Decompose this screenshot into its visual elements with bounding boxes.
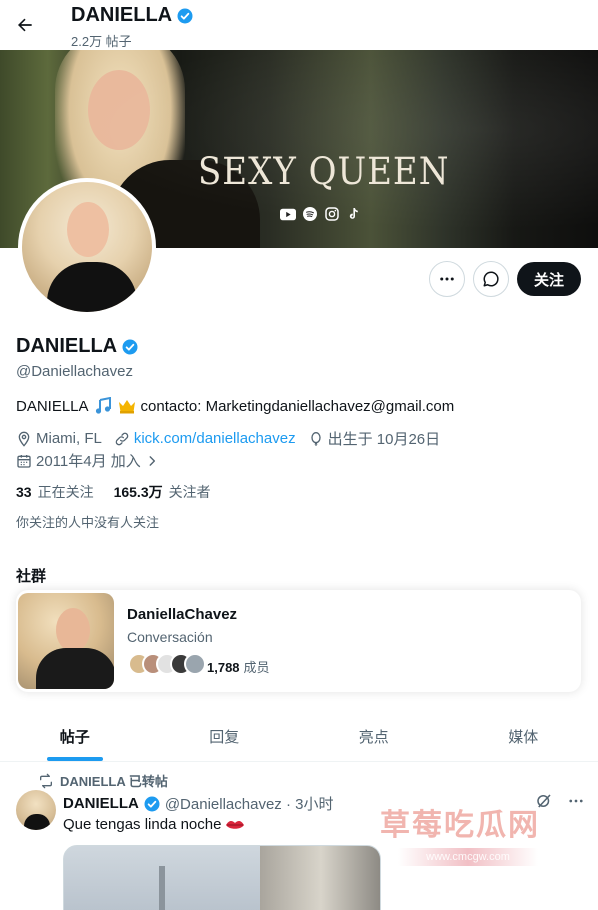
followers-stat[interactable]: 165.3万 关注者 xyxy=(114,482,211,502)
tab-media[interactable]: 媒体 xyxy=(449,712,598,761)
repost-label: DANIELLA 已转帖 xyxy=(60,774,168,789)
more-icon[interactable] xyxy=(567,792,585,810)
kiss-lips-icon xyxy=(226,820,245,829)
follow-button[interactable]: 关注 xyxy=(517,262,581,296)
member-count-label: 成员 xyxy=(243,660,270,675)
community-subtitle: Conversación xyxy=(127,629,213,645)
music-note-icon xyxy=(93,396,113,416)
avatar-face xyxy=(67,202,109,257)
member-count-number: 1,788 xyxy=(207,660,240,675)
location-pin-icon xyxy=(18,431,30,447)
post-text-content: Que tengas linda noche xyxy=(63,816,222,833)
member-avatars xyxy=(128,653,206,675)
profile-tabs: 帖子 回复 亮点 媒体 xyxy=(0,712,598,762)
community-image-outfit xyxy=(36,648,114,689)
header-post-count: 2.2万 帖子 xyxy=(71,34,132,49)
instagram-icon xyxy=(324,206,340,222)
location-text: Miami, FL xyxy=(36,430,102,447)
post-actions xyxy=(535,792,585,810)
youtube-icon xyxy=(280,206,296,222)
post-media[interactable] xyxy=(63,845,381,910)
following-stat[interactable]: 33 正在关注 xyxy=(16,482,94,502)
community-image xyxy=(18,593,114,689)
watermark-url: www.cmcgw.com xyxy=(398,848,538,866)
more-button[interactable] xyxy=(429,261,465,297)
arrow-left-icon xyxy=(18,18,32,32)
post-text: Que tengas linda noche xyxy=(63,816,245,833)
header-name: DANIELLA xyxy=(71,4,173,26)
location-item: Miami, FL xyxy=(16,430,102,447)
community-section-title: 社群 xyxy=(16,568,47,585)
followers-count: 165.3万 xyxy=(113,484,163,500)
media-building xyxy=(260,846,380,910)
profile-name: DANIELLA xyxy=(16,335,139,358)
tiktok-icon xyxy=(346,206,362,222)
website-link[interactable]: kick.com/daniellachavez xyxy=(134,430,296,447)
crown-icon xyxy=(117,396,137,416)
tab-highlights[interactable]: 亮点 xyxy=(299,712,449,761)
community-image-face xyxy=(56,608,90,652)
following-count: 33 xyxy=(16,484,32,500)
profile-name-text: DANIELLA xyxy=(16,335,118,357)
link-icon xyxy=(115,432,129,445)
follow-stats: 33 正在关注 165.3万 关注者 xyxy=(16,482,211,502)
followed-by-text: 你关注的人中没有人关注 xyxy=(16,515,160,530)
post-header: DANIELLA @Daniellachavez · 3小时 xyxy=(63,793,333,814)
verified-icon xyxy=(177,8,193,23)
bio-contact: contacto: Marketingdaniellachavez@gmail.… xyxy=(140,397,455,415)
repost-indicator: DANIELLA 已转帖 xyxy=(38,771,168,790)
profile-bio: DANIELLA contacto: Marketingdaniellachav… xyxy=(16,396,454,416)
member-count: 1,788 成员 xyxy=(207,657,270,676)
profile-handle: @Daniellachavez xyxy=(16,363,133,380)
message-button[interactable] xyxy=(473,261,509,297)
spotify-icon xyxy=(302,206,318,222)
back-button[interactable] xyxy=(8,8,42,42)
profile-meta-row-2: 2011年4月 加入 xyxy=(16,450,171,471)
balloon-icon xyxy=(310,431,321,446)
header-title: DANIELLA xyxy=(71,4,194,27)
post-handle-time: @Daniellachavez · 3小时 xyxy=(164,796,334,813)
following-label: 正在关注 xyxy=(37,484,94,500)
avatar-outfit xyxy=(47,262,137,312)
community-name: DaniellaChavez xyxy=(127,606,238,623)
banner-text: SEXY QUEEN xyxy=(198,150,450,194)
member-avatar xyxy=(184,653,206,675)
watermark-text: 草莓吃瓜网 xyxy=(380,809,540,842)
joined-text: 2011年4月 加入 xyxy=(36,453,141,470)
banner-social-icons xyxy=(280,206,362,222)
profile-meta-row-1: Miami, FL kick.com/daniellachavez 出生于 10… xyxy=(16,428,452,449)
calendar-icon xyxy=(17,454,31,468)
tab-posts[interactable]: 帖子 xyxy=(0,712,150,761)
more-icon xyxy=(440,277,454,281)
post-avatar-outfit xyxy=(24,814,50,830)
verified-icon xyxy=(144,796,160,811)
post-avatar[interactable] xyxy=(16,790,56,830)
media-tower xyxy=(159,866,165,910)
followers-label: 关注者 xyxy=(168,484,211,500)
chevron-right-icon xyxy=(149,455,155,466)
top-bar: DANIELLA 2.2万 帖子 xyxy=(0,0,598,50)
profile-avatar[interactable] xyxy=(18,178,156,316)
community-card[interactable]: DaniellaChavez Conversación 1,788 成员 xyxy=(16,590,581,692)
repost-icon xyxy=(40,773,52,788)
chat-bubble-icon xyxy=(483,271,499,287)
bio-prefix: DANIELLA xyxy=(16,397,89,415)
post-author-name[interactable]: DANIELLA xyxy=(63,795,139,812)
tab-replies[interactable]: 回复 xyxy=(150,712,300,761)
birthday-item: 出生于 10月26日 xyxy=(308,428,441,449)
joined-item[interactable]: 2011年4月 加入 xyxy=(16,450,159,471)
website-item: kick.com/daniellachavez xyxy=(114,430,296,447)
verified-icon[interactable] xyxy=(121,338,139,356)
birthday-text: 出生于 10月26日 xyxy=(327,431,441,448)
